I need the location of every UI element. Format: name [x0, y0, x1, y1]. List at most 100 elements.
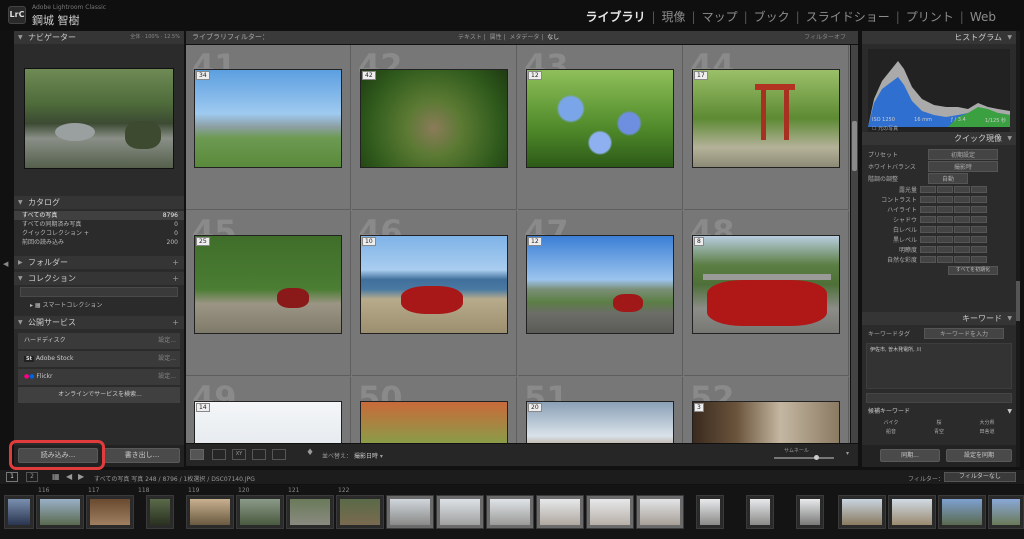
module-slideshow[interactable]: スライドショー: [804, 8, 892, 25]
keyword-entry-area[interactable]: 伊佐市, 曽木発電所, 川: [866, 343, 1012, 389]
clarity-control[interactable]: 明瞭度: [862, 244, 1016, 254]
auto-tone-button[interactable]: 自動: [928, 172, 968, 184]
grid-mode-icon[interactable]: ▦: [52, 472, 60, 481]
grid-cell[interactable]: 49 14: [186, 377, 351, 443]
grid-cell[interactable]: 52 3: [684, 377, 849, 443]
forward-arrow-icon[interactable]: ▶: [78, 472, 84, 481]
thumbnail[interactable]: [360, 401, 508, 443]
filmstrip-thumbnail[interactable]: [796, 495, 824, 529]
loupe-view-icon[interactable]: [212, 449, 226, 460]
keyword-suggestion[interactable]: 桜: [916, 419, 962, 426]
filter-attribute[interactable]: 属性: [490, 34, 502, 41]
grid-cell[interactable]: 44 17: [684, 45, 849, 210]
keyword-suggestion[interactable]: 青空: [916, 428, 962, 435]
navigator-preview[interactable]: [24, 68, 174, 169]
thumbnail[interactable]: [692, 69, 840, 168]
shadows-control[interactable]: シャドウ: [862, 214, 1016, 224]
filmstrip-thumbnail[interactable]: [586, 495, 634, 529]
publish-header[interactable]: ▼ 公開サービス +: [14, 316, 184, 329]
thumbnail[interactable]: [194, 401, 342, 443]
grid-cell[interactable]: 50: [352, 377, 517, 443]
filmstrip-filter-select[interactable]: フィルターなし: [944, 472, 1016, 482]
grid-cell[interactable]: 43 12: [518, 45, 683, 210]
preset-select[interactable]: 初期設定: [928, 148, 998, 160]
thumbnail[interactable]: [526, 69, 674, 168]
filmstrip-thumbnail[interactable]: [86, 495, 134, 529]
filter-metadata[interactable]: メタデータ: [509, 34, 539, 41]
survey-view-icon[interactable]: [252, 449, 266, 460]
module-web[interactable]: Web: [968, 10, 998, 24]
whites-control[interactable]: 白レベル: [862, 224, 1016, 234]
thumbnail[interactable]: [360, 235, 508, 334]
module-develop[interactable]: 現像: [660, 8, 688, 25]
keyword-suggestion[interactable]: 船音: [868, 428, 914, 435]
thumbnail[interactable]: [692, 401, 840, 443]
grid-cell[interactable]: 45 25: [186, 211, 351, 376]
white-balance-select[interactable]: 撮影時: [928, 160, 998, 172]
filmstrip-thumbnail[interactable]: [286, 495, 334, 529]
painter-icon[interactable]: ♦: [306, 448, 314, 458]
module-map[interactable]: マップ: [700, 8, 740, 25]
highlights-control[interactable]: ハイライト: [862, 204, 1016, 214]
grid-cell[interactable]: 47 12: [518, 211, 683, 376]
page-1-button[interactable]: 1: [6, 472, 18, 482]
catalog-item-quick-collection[interactable]: クイックコレクション +0: [14, 229, 184, 238]
filmstrip-thumbnail[interactable]: [486, 495, 534, 529]
thumbnail[interactable]: [526, 235, 674, 334]
catalog-item-previous-import[interactable]: 前回の読み込み 200: [14, 238, 184, 247]
thumbnail[interactable]: [692, 235, 840, 334]
filmstrip-thumbnail[interactable]: [4, 495, 34, 529]
keyword-input[interactable]: [866, 393, 1012, 403]
grid-cell[interactable]: 46 10: [352, 211, 517, 376]
filmstrip-thumbnail[interactable]: [146, 495, 174, 529]
grid-cell[interactable]: 42 42: [352, 45, 517, 210]
filmstrip-thumbnail[interactable]: [386, 495, 434, 529]
grid-cell[interactable]: 48 8: [684, 211, 849, 376]
folders-header[interactable]: ▶ フォルダー +: [14, 256, 184, 269]
thumbnail[interactable]: [194, 235, 342, 334]
vibrance-control[interactable]: 自然な彩度: [862, 254, 1016, 264]
filter-text[interactable]: テキスト: [458, 34, 482, 41]
filmstrip-thumbnail[interactable]: [536, 495, 584, 529]
reset-all-button[interactable]: すべてを初期化: [948, 266, 998, 275]
grid-scrollbar[interactable]: [851, 45, 858, 443]
keywording-header[interactable]: キーワード ▼: [862, 312, 1016, 325]
module-book[interactable]: ブック: [752, 8, 792, 25]
thumbnail[interactable]: [194, 69, 342, 168]
sort-control[interactable]: 並べ替え： 撮影日時 ▾: [322, 451, 383, 460]
filmstrip-thumbnail[interactable]: [938, 495, 986, 529]
filmstrip-thumbnail[interactable]: [888, 495, 936, 529]
keyword-suggestion[interactable]: 大分県: [964, 419, 1010, 426]
sync-button[interactable]: 同期...: [880, 449, 940, 462]
service-adobe-stock[interactable]: St Adobe Stock 設定...: [18, 351, 180, 367]
filmstrip-thumbnail[interactable]: [186, 495, 234, 529]
filmstrip-thumbnail[interactable]: [36, 495, 84, 529]
toolbar-menu-icon[interactable]: ▾: [846, 450, 849, 457]
contrast-control[interactable]: コントラスト: [862, 194, 1016, 204]
filmstrip-thumbnail[interactable]: [636, 495, 684, 529]
keyword-suggestion[interactable]: 田舎道: [964, 428, 1010, 435]
grid-cell[interactable]: 41 34: [186, 45, 351, 210]
page-2-button[interactable]: 2: [26, 472, 38, 482]
collections-search[interactable]: [20, 287, 178, 297]
filmstrip-thumbnail[interactable]: [988, 495, 1024, 529]
smart-collection-item[interactable]: ▸ ▦ スマートコレクション: [14, 301, 184, 310]
service-flickr[interactable]: ●● Flickr 設定...: [18, 369, 180, 385]
quick-develop-header[interactable]: クイック現像 ▼: [862, 132, 1016, 145]
catalog-item-synced[interactable]: すべての同期済み写真 0: [14, 220, 184, 229]
grid-view-icon[interactable]: [190, 449, 204, 460]
back-arrow-icon[interactable]: ◀: [66, 472, 72, 481]
catalog-item-all-photos[interactable]: すべての写真 8796: [14, 211, 184, 220]
keyword-suggestion[interactable]: バイク: [868, 419, 914, 426]
find-services-button[interactable]: オンラインでサービスを検索...: [18, 387, 180, 403]
filmstrip-thumbnail[interactable]: [746, 495, 774, 529]
blacks-control[interactable]: 黒レベル: [862, 234, 1016, 244]
export-button[interactable]: 書き出し...: [104, 448, 180, 463]
filmstrip-thumbnail[interactable]: [336, 495, 384, 529]
navigator-header[interactable]: ▼ ナビゲーター 全体 · 100% · 12.5%: [14, 31, 184, 44]
people-view-icon[interactable]: [272, 449, 286, 460]
collections-header[interactable]: ▼ コレクション +: [14, 272, 184, 285]
left-panel-toggle-icon[interactable]: ◀: [3, 260, 8, 268]
right-panel-scrollbar[interactable]: [1016, 31, 1020, 467]
filmstrip-thumbnail[interactable]: [838, 495, 886, 529]
